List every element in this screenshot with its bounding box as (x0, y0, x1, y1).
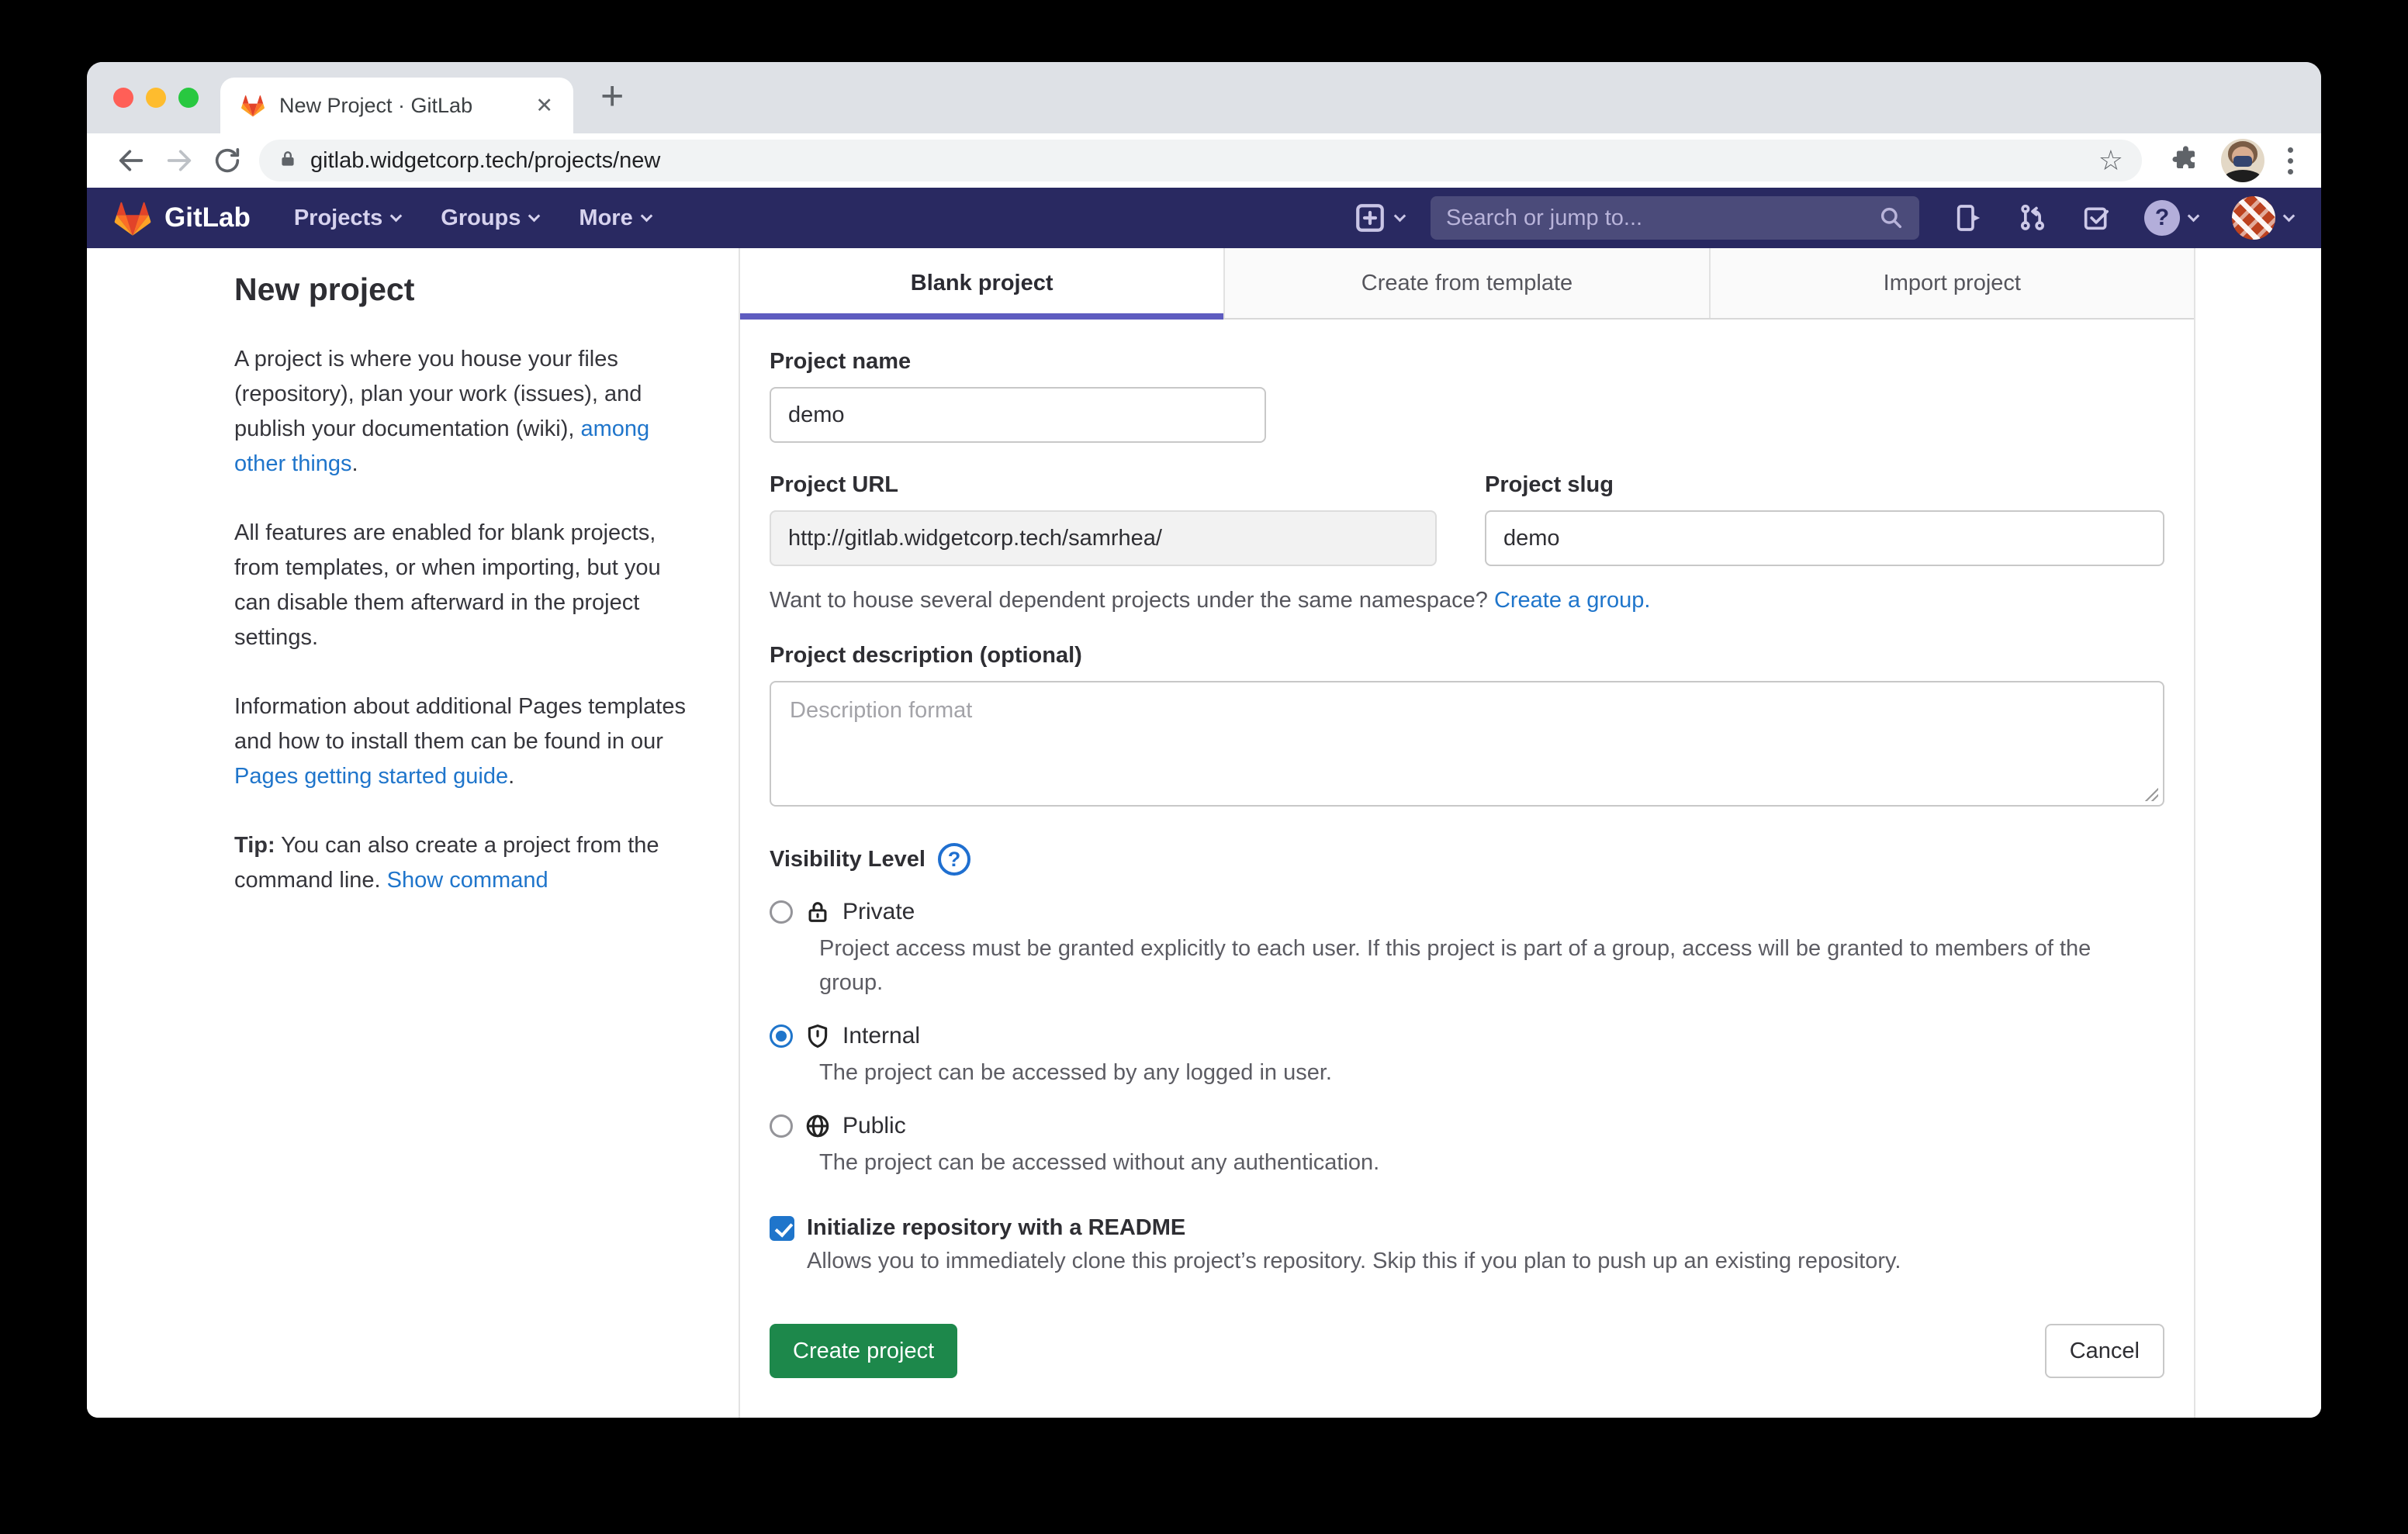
readme-row: Initialize repository with a README (770, 1215, 2164, 1241)
project-slug-input[interactable] (1485, 510, 2164, 566)
private-description: Project access must be granted explicitl… (819, 931, 2154, 1000)
readme-label: Initialize repository with a README (807, 1215, 1185, 1241)
chevron-down-icon (2283, 209, 2296, 222)
global-search[interactable] (1431, 196, 1919, 240)
project-url-label: Project URL (770, 472, 1437, 498)
extensions-icon[interactable] (2171, 145, 2199, 177)
forward-icon[interactable] (155, 145, 203, 176)
readme-checkbox[interactable] (770, 1216, 794, 1241)
browser-tab[interactable]: New Project · GitLab ✕ (220, 78, 573, 133)
blank-project-form: Project name Project URL Project slug Wa… (740, 320, 2194, 1418)
readme-description: Allows you to immediately clone this pro… (807, 1249, 2164, 1274)
shield-icon (804, 1023, 831, 1049)
tab-title: New Project · GitLab (279, 94, 521, 118)
new-project-panel: Blank project Create from template Impor… (739, 248, 2195, 1418)
brand-name: GitLab (164, 202, 251, 233)
tanuki-icon (113, 199, 152, 237)
help-menu[interactable]: ? (2144, 200, 2198, 236)
bookmark-star-icon[interactable]: ☆ (2098, 144, 2123, 177)
nav-projects[interactable]: Projects (294, 206, 400, 231)
intro-paragraph-3: Information about additional Pages templ… (234, 689, 700, 794)
project-name-label: Project name (770, 349, 2164, 375)
chevron-down-icon (1394, 209, 1406, 222)
visibility-header: Visibility Level ? (770, 843, 2164, 876)
create-project-button[interactable]: Create project (770, 1324, 957, 1378)
back-icon[interactable] (107, 145, 155, 176)
intro-paragraph-2: All features are enabled for blank proje… (234, 516, 700, 655)
intro-column: New project A project is where you house… (234, 257, 700, 932)
issues-icon[interactable] (1953, 202, 1984, 233)
screen: New Project · GitLab ✕ + gitlab.widgetco… (0, 0, 2408, 1534)
internal-radio[interactable] (770, 1024, 793, 1048)
tab-import-project[interactable]: Import project (1711, 248, 2194, 318)
tab-create-from-template[interactable]: Create from template (1225, 248, 1710, 318)
description-field-wrap (770, 681, 2164, 810)
browser-profile-avatar[interactable] (2221, 139, 2264, 182)
new-menu-button[interactable] (1354, 202, 1404, 234)
nav-more[interactable]: More (579, 206, 650, 231)
url-text: gitlab.widgetcorp.tech/projects/new (310, 148, 660, 174)
project-description-textarea[interactable] (770, 681, 2164, 807)
create-group-link[interactable]: Create a group. (1494, 588, 1651, 613)
show-command-link[interactable]: Show command (387, 868, 548, 893)
window-controls (113, 88, 199, 108)
chevron-down-icon (528, 209, 541, 222)
internal-description: The project can be accessed by any logge… (819, 1055, 2154, 1090)
browser-toolbar: gitlab.widgetcorp.tech/projects/new ☆ (87, 133, 2321, 188)
visibility-option-private: Private Project access must be granted e… (770, 899, 2164, 1000)
address-bar[interactable]: gitlab.widgetcorp.tech/projects/new ☆ (259, 140, 2142, 181)
lock-icon (278, 149, 298, 173)
chevron-down-icon (390, 209, 403, 222)
project-type-tabs: Blank project Create from template Impor… (740, 248, 2194, 320)
gitlab-logo[interactable]: GitLab (113, 199, 251, 237)
project-name-input[interactable] (770, 387, 1266, 443)
todos-icon[interactable] (2081, 202, 2112, 233)
chevron-down-icon (2188, 209, 2200, 222)
project-description-label: Project description (optional) (770, 643, 2164, 669)
browser-menu-icon[interactable] (2288, 147, 2293, 174)
page-content: New project A project is where you house… (87, 248, 2321, 1418)
user-avatar (2232, 196, 2275, 240)
minimize-window-button[interactable] (146, 88, 166, 108)
browser-tabstrip: New Project · GitLab ✕ + (87, 62, 2321, 133)
chevron-down-icon (640, 209, 652, 222)
globe-icon (804, 1113, 831, 1139)
intro-paragraph-1: A project is where you house your files … (234, 342, 700, 482)
nav-groups[interactable]: Groups (441, 206, 538, 231)
pages-guide-link[interactable]: Pages getting started guide (234, 764, 508, 789)
merge-requests-icon[interactable] (2017, 202, 2048, 233)
page-title: New project (234, 271, 700, 308)
form-actions: Create project Cancel (770, 1324, 2164, 1378)
search-input[interactable] (1446, 206, 1879, 231)
visibility-label: Visibility Level (770, 847, 925, 872)
refresh-icon[interactable] (203, 145, 251, 176)
browser-window: New Project · GitLab ✕ + gitlab.widgetco… (87, 62, 2321, 1418)
namespace-hint: Want to house several dependent projects… (770, 588, 2164, 613)
new-tab-button[interactable]: + (600, 73, 624, 119)
visibility-option-internal: Internal The project can be accessed by … (770, 1023, 2164, 1090)
visibility-help-icon[interactable]: ? (938, 843, 970, 876)
zoom-window-button[interactable] (178, 88, 199, 108)
gitlab-navbar: GitLab Projects Groups More ? (87, 188, 2321, 248)
project-url-input[interactable] (770, 510, 1437, 566)
search-icon (1879, 206, 1904, 230)
tab-close-icon[interactable]: ✕ (535, 94, 553, 118)
public-radio[interactable] (770, 1114, 793, 1138)
public-description: The project can be accessed without any … (819, 1145, 2154, 1180)
cancel-button[interactable]: Cancel (2045, 1324, 2164, 1378)
plus-square-icon (1354, 202, 1386, 234)
intro-tip: Tip: You can also create a project from … (234, 828, 700, 898)
tab-blank-project[interactable]: Blank project (740, 248, 1225, 318)
visibility-option-public: Public The project can be accessed witho… (770, 1113, 2164, 1180)
gitlab-favicon-icon (240, 93, 265, 118)
help-icon: ? (2144, 200, 2180, 236)
project-slug-label: Project slug (1485, 472, 2164, 498)
user-menu[interactable] (2232, 196, 2293, 240)
url-slug-row: Project URL Project slug (770, 472, 2164, 566)
private-radio[interactable] (770, 900, 793, 924)
lock-icon (804, 899, 831, 925)
close-window-button[interactable] (113, 88, 133, 108)
